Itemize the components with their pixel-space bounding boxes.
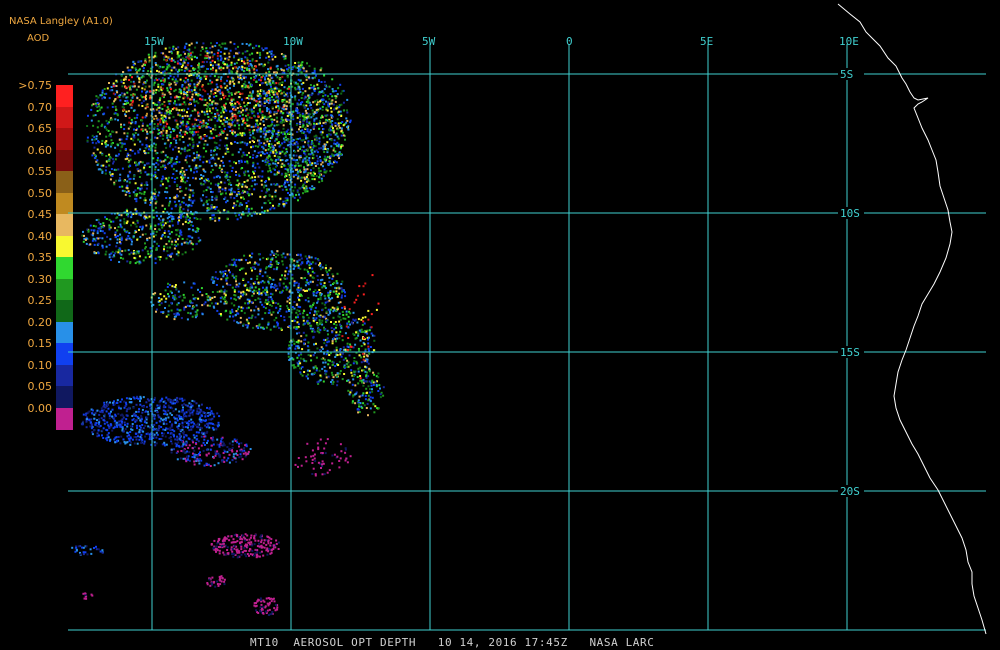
latitude-label: 15S xyxy=(840,346,860,359)
longitude-label: 0 xyxy=(566,35,573,48)
longitude-label: 15W xyxy=(144,35,164,48)
latitude-label: 10S xyxy=(840,207,860,220)
latitude-label: 20S xyxy=(840,485,860,498)
map-canvas: 15W 10W 5W 0 5E 10E 5S 10S 15S 20S xyxy=(68,3,987,635)
longitude-label: 5E xyxy=(700,35,713,48)
product-footer: MT10 AEROSOL OPT DEPTH 10 14, 2016 17:45… xyxy=(250,636,655,649)
longitude-label: 5W xyxy=(422,35,436,48)
lat-lon-grid xyxy=(68,44,986,631)
longitude-label: 10W xyxy=(283,35,303,48)
aod-pixel-layer xyxy=(71,41,385,616)
latitude-label: 5S xyxy=(840,68,853,81)
africa-coastline xyxy=(837,3,987,635)
aod-map-display: NASA Langley (A1.0) AOD >0.75 0.70 0.65 0.6… xyxy=(0,0,1000,650)
longitude-label: 10E xyxy=(839,35,859,48)
